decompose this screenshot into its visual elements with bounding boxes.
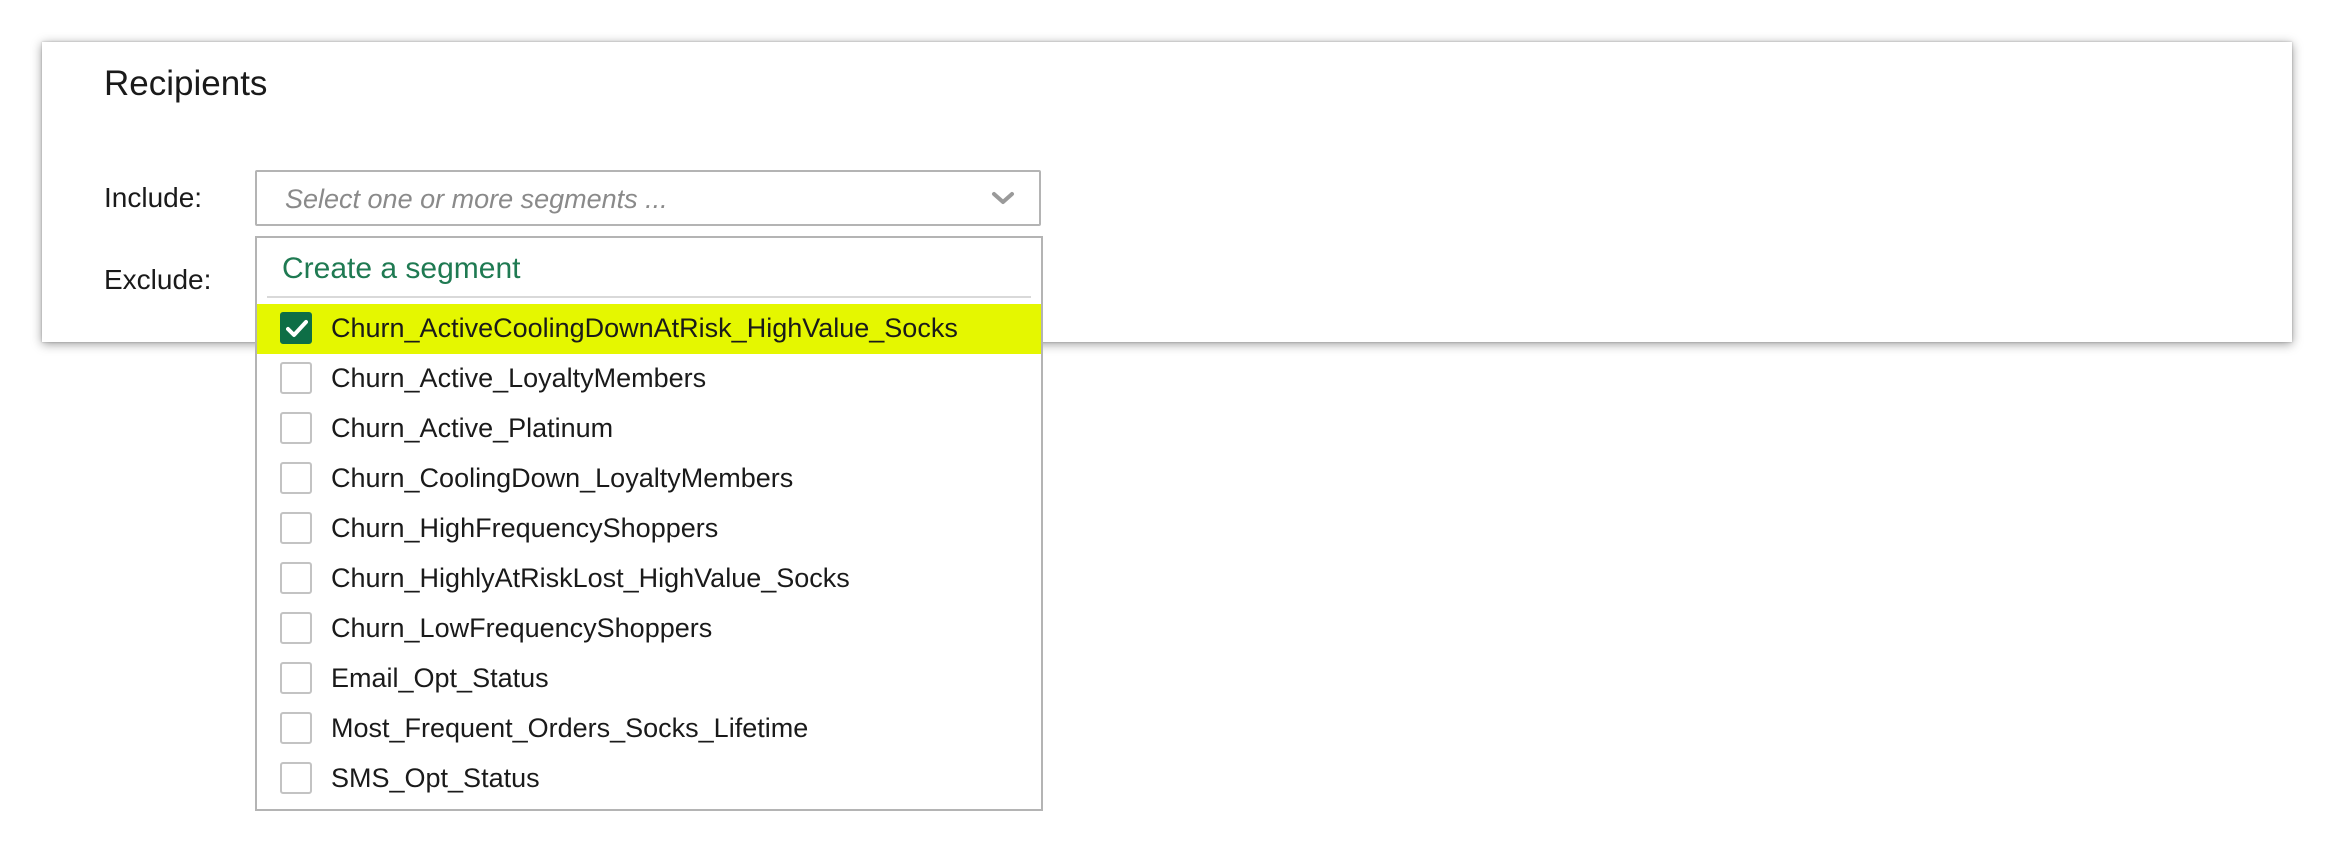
checkbox-checked[interactable] <box>280 312 312 344</box>
checkbox[interactable] <box>280 562 312 594</box>
segment-option[interactable]: Churn_CoolingDown_LoyaltyMembers <box>257 454 1041 504</box>
segment-option[interactable]: Churn_Active_Platinum <box>257 404 1041 454</box>
exclude-label: Exclude: <box>104 264 212 295</box>
segment-option-label: Most_Frequent_Orders_Socks_Lifetime <box>331 713 809 743</box>
segment-option-label: Churn_ActiveCoolingDownAtRisk_HighValue_… <box>331 313 958 343</box>
checkbox[interactable] <box>280 462 312 494</box>
checkbox[interactable] <box>280 712 312 744</box>
chevron-down-icon[interactable] <box>991 186 1015 210</box>
include-label: Include: <box>104 182 203 213</box>
segment-option[interactable]: Churn_HighFrequencyShoppers <box>257 504 1041 554</box>
segment-option[interactable]: Churn_ActiveCoolingDownAtRisk_HighValue_… <box>257 304 1041 354</box>
segment-option-label: Churn_CoolingDown_LoyaltyMembers <box>331 463 794 493</box>
checkmark-icon <box>286 320 308 337</box>
segment-option[interactable]: Email_Opt_Status <box>257 654 1041 704</box>
segment-option[interactable]: Churn_HighlyAtRiskLost_HighValue_Socks <box>257 554 1041 604</box>
segment-option-label: Churn_Active_LoyaltyMembers <box>331 363 707 393</box>
segment-options-list: Churn_ActiveCoolingDownAtRisk_HighValue_… <box>257 304 1041 804</box>
segments-dropdown: Create a segment Churn_ActiveCoolingDown… <box>255 236 1043 811</box>
segment-option-label: Churn_HighlyAtRiskLost_HighValue_Socks <box>331 563 850 593</box>
checkbox[interactable] <box>280 412 312 444</box>
dropdown-divider <box>267 296 1031 298</box>
checkbox[interactable] <box>280 662 312 694</box>
segment-option[interactable]: Churn_LowFrequencyShoppers <box>257 604 1041 654</box>
segment-option-label: Churn_LowFrequencyShoppers <box>331 613 713 643</box>
segment-option-label: SMS_Opt_Status <box>331 763 540 793</box>
select-placeholder: Select one or more segments ... <box>285 184 668 214</box>
segment-option[interactable]: Churn_Active_LoyaltyMembers <box>257 354 1041 404</box>
section-title: Recipients <box>104 64 268 103</box>
segment-option[interactable]: SMS_Opt_Status <box>257 754 1041 804</box>
segment-option-label: Email_Opt_Status <box>331 663 549 693</box>
segment-option-label: Churn_HighFrequencyShoppers <box>331 513 719 543</box>
include-segments-select[interactable]: Select one or more segments ... <box>255 170 1041 226</box>
segment-option-label: Churn_Active_Platinum <box>331 413 614 443</box>
checkbox[interactable] <box>280 612 312 644</box>
checkbox[interactable] <box>280 762 312 794</box>
checkbox[interactable] <box>280 512 312 544</box>
create-segment-link[interactable]: Create a segment <box>282 250 520 288</box>
checkbox[interactable] <box>280 362 312 394</box>
segment-option[interactable]: Most_Frequent_Orders_Socks_Lifetime <box>257 704 1041 754</box>
